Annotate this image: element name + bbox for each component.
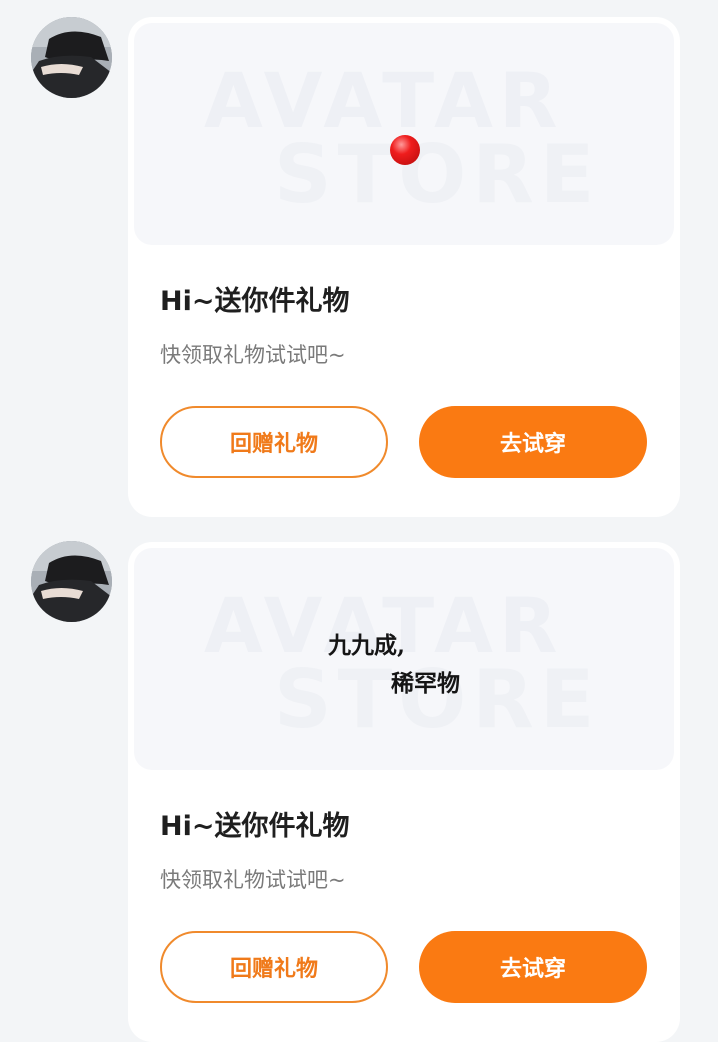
gift-red-ball [390, 135, 420, 165]
gift-card: AVATAR STORE 九九成, 稀罕物 Hi~送你件礼物 快领取礼物试试吧~… [128, 542, 680, 1042]
try-on-button[interactable]: 去试穿 [419, 406, 647, 478]
return-gift-button[interactable]: 回赠礼物 [160, 406, 388, 478]
try-on-button[interactable]: 去试穿 [419, 931, 647, 1003]
return-gift-button[interactable]: 回赠礼物 [160, 931, 388, 1003]
gift-text-line2: 稀罕物 [391, 670, 460, 697]
sender-avatar[interactable] [31, 541, 112, 622]
gift-subtitle: 快领取礼物试试吧~ [160, 343, 346, 367]
gift-banner: AVATAR STORE 九九成, 稀罕物 [134, 548, 674, 770]
gift-subtitle: 快领取礼物试试吧~ [160, 868, 346, 892]
sender-avatar[interactable] [31, 17, 112, 98]
gift-title: Hi~送你件礼物 [160, 286, 350, 317]
watermark-store: STORE [274, 128, 601, 221]
gift-title: Hi~送你件礼物 [160, 811, 350, 842]
gift-card: AVATAR STORE Hi~送你件礼物 快领取礼物试试吧~ 回赠礼物 去试穿 [128, 17, 680, 517]
gift-banner: AVATAR STORE [134, 23, 674, 245]
gift-text-line1: 九九成, [328, 632, 406, 659]
